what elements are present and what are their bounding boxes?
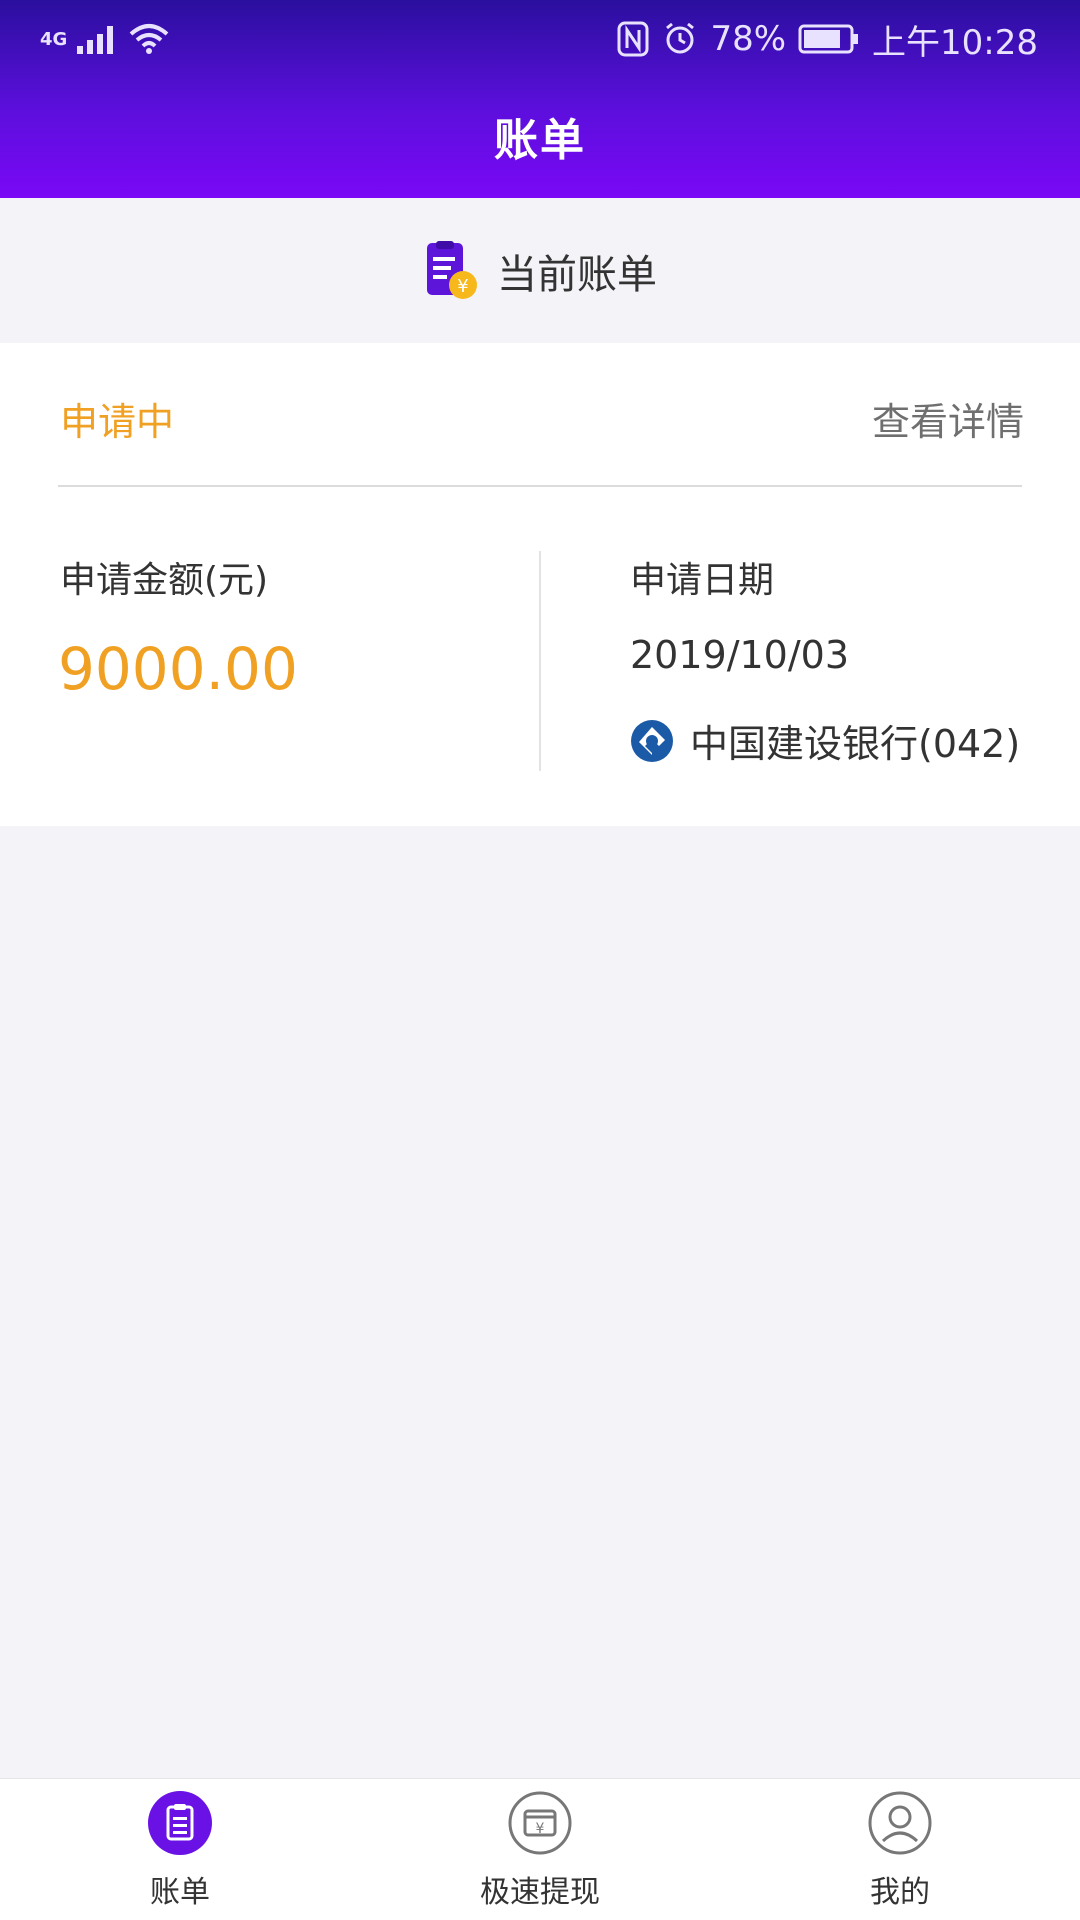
bill-card: 申请中 查看详情 申请金额(元) 9000.00 申请日期 2019/10/03… bbox=[0, 343, 1080, 826]
bill-status: 申请中 bbox=[60, 400, 175, 444]
status-right: 78% 上午10:28 bbox=[616, 14, 1038, 64]
clock-time: 上午10:28 bbox=[872, 22, 1038, 63]
date-value: 2019/10/03 bbox=[630, 633, 850, 677]
svg-text:¥: ¥ bbox=[457, 276, 468, 297]
bottom-navigation: 账单 ¥ 极速提现 我的 bbox=[0, 1778, 1080, 1920]
amount-label: 申请金额(元) bbox=[60, 560, 269, 601]
profile-icon bbox=[868, 1791, 932, 1855]
nfc-icon bbox=[617, 21, 649, 57]
card-divider bbox=[58, 485, 1022, 487]
wifi-icon bbox=[129, 24, 169, 54]
screen: 4G 78% 上午10:28 账单 ¥ 当前账单 申请中 查看详情 申请金额(元… bbox=[0, 0, 1080, 1920]
ccb-bank-logo-icon bbox=[631, 719, 673, 762]
signal-icon bbox=[77, 26, 114, 54]
battery-icon bbox=[798, 24, 859, 54]
app-header: 4G 78% 上午10:28 账单 bbox=[0, 0, 1080, 198]
cash-withdraw-icon: ¥ bbox=[508, 1791, 572, 1855]
date-label: 申请日期 bbox=[630, 560, 775, 601]
alarm-icon bbox=[666, 22, 695, 54]
battery-percent: 78% bbox=[710, 19, 787, 59]
card-vertical-divider bbox=[539, 551, 541, 771]
nav-label-cash-withdraw: 极速提现 bbox=[480, 1875, 600, 1910]
current-bill-header: ¥ 当前账单 bbox=[0, 198, 1080, 343]
svg-text:¥: ¥ bbox=[536, 1821, 545, 1837]
nav-item-profile[interactable]: 我的 bbox=[800, 1791, 1000, 1911]
amount-value: 9000.00 bbox=[58, 635, 298, 703]
status-left: 4G bbox=[40, 14, 169, 64]
bill-icon bbox=[148, 1791, 212, 1855]
bank-name: 中国建设银行(042) bbox=[690, 722, 1021, 766]
bill-yuan-icon: ¥ bbox=[427, 240, 477, 299]
nav-item-bill[interactable]: 账单 bbox=[80, 1791, 280, 1911]
network-type: 4G bbox=[40, 28, 68, 50]
nav-label-bill: 账单 bbox=[150, 1875, 210, 1910]
view-details-link[interactable]: 查看详情 bbox=[872, 391, 1024, 446]
bank-info: 中国建设银行(042) bbox=[630, 713, 1020, 768]
nav-label-profile: 我的 bbox=[870, 1875, 930, 1910]
nav-item-cash-withdraw[interactable]: ¥ 极速提现 bbox=[440, 1791, 640, 1911]
page-title: 账单 bbox=[494, 115, 586, 166]
current-bill-label: 当前账单 bbox=[497, 251, 657, 298]
